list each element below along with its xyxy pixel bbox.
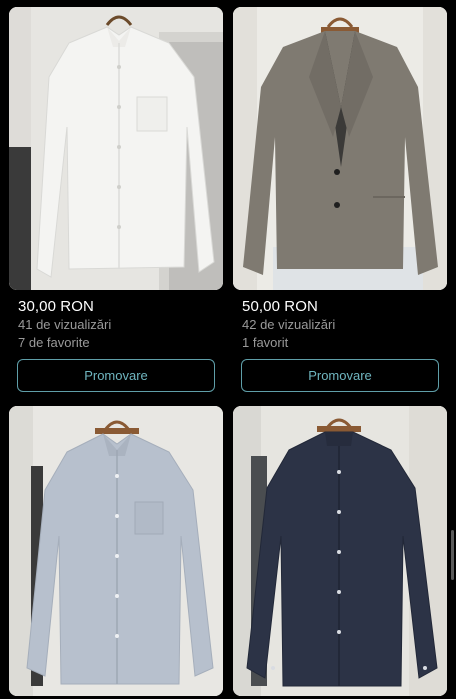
listing-views: 41 de vizualizări bbox=[18, 317, 112, 332]
grey-blazer-image bbox=[233, 7, 447, 290]
listing-card[interactable] bbox=[9, 406, 223, 696]
listing-photo-navy-shirt[interactable] bbox=[233, 406, 447, 696]
listing-views: 42 de vizualizări bbox=[242, 317, 336, 332]
white-shirt-image bbox=[9, 7, 223, 290]
listing-favorites: 7 de favorite bbox=[18, 335, 90, 350]
listing-card[interactable]: 30,00 RON 41 de vizualizări 7 de favorit… bbox=[9, 7, 223, 392]
listing-photo-white-shirt[interactable] bbox=[9, 7, 223, 290]
navy-shirt-image bbox=[233, 406, 447, 696]
promote-button[interactable]: Promovare bbox=[241, 359, 439, 392]
listing-photo-grey-blazer[interactable] bbox=[233, 7, 447, 290]
listing-card[interactable] bbox=[233, 406, 447, 696]
listing-favorites: 1 favorit bbox=[242, 335, 289, 350]
scrollbar[interactable] bbox=[451, 530, 454, 580]
light-blue-shirt-image bbox=[9, 406, 223, 696]
listing-card[interactable]: 50,00 RON 42 de vizualizări 1 favorit Pr… bbox=[233, 7, 447, 392]
listing-price: 50,00 RON bbox=[242, 298, 318, 315]
listing-photo-light-blue-shirt[interactable] bbox=[9, 406, 223, 696]
listings-grid: 30,00 RON 41 de vizualizări 7 de favorit… bbox=[0, 0, 456, 699]
listing-price: 30,00 RON bbox=[18, 298, 94, 315]
promote-button[interactable]: Promovare bbox=[17, 359, 215, 392]
